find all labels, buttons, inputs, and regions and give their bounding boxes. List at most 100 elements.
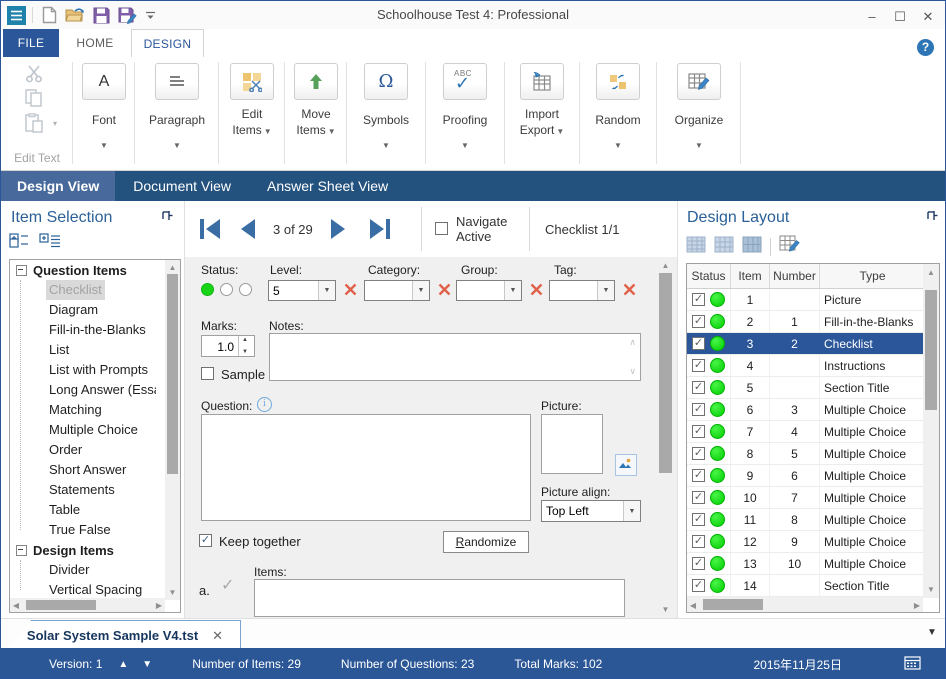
move-items-button[interactable]: Move Items▼ (286, 57, 346, 169)
new-document-icon[interactable] (39, 5, 59, 25)
picture-box[interactable] (541, 414, 603, 474)
row-size-medium-icon[interactable] (714, 236, 734, 258)
table-row[interactable]: ✓14Section Title (687, 575, 925, 597)
tree-item-diagram[interactable]: Diagram (10, 300, 166, 320)
minimize-button[interactable]: – (859, 10, 885, 26)
pin-icon[interactable] (926, 210, 938, 229)
table-row[interactable]: ✓107Multiple Choice (687, 487, 925, 509)
tree-item-divider[interactable]: Divider (10, 560, 166, 580)
help-icon[interactable]: ? (917, 39, 934, 56)
row-checkbox[interactable]: ✓ (692, 359, 705, 372)
font-button[interactable]: A Font ▼ (74, 57, 134, 169)
form-vertical-scrollbar[interactable]: ▲ ▼ (657, 257, 674, 618)
table-row[interactable]: ✓32Checklist (687, 333, 925, 355)
tree-item-long-answer-essay-[interactable]: Long Answer (Essay) (10, 380, 166, 400)
row-checkbox[interactable]: ✓ (692, 491, 705, 504)
keep-together-checkbox[interactable]: ✓ (199, 534, 212, 547)
table-row[interactable]: ✓129Multiple Choice (687, 531, 925, 553)
tree-collapse-icon[interactable] (16, 545, 27, 556)
row-checkbox[interactable]: ✓ (692, 513, 705, 526)
first-item-button[interactable] (197, 216, 223, 247)
row-checkbox[interactable]: ✓ (692, 557, 705, 570)
table-row[interactable]: ✓85Multiple Choice (687, 443, 925, 465)
row-checkbox[interactable]: ✓ (692, 337, 705, 350)
maximize-button[interactable]: ☐ (887, 10, 913, 26)
tree-item-list[interactable]: List (10, 340, 166, 360)
tree-item-vertical-spacing[interactable]: Vertical Spacing (10, 580, 166, 600)
paste-icon[interactable] (25, 113, 47, 133)
copy-icon[interactable] (25, 89, 47, 109)
symbols-button[interactable]: Ω Symbols ▼ (348, 57, 424, 169)
status-radio-2[interactable] (220, 283, 233, 296)
version-up-icon[interactable]: ▲ (118, 659, 128, 670)
document-tab[interactable]: Solar System Sample V4.tst ✕ (9, 620, 241, 650)
group-combobox[interactable]: ▼ (456, 280, 522, 301)
tree-collapse-icon[interactable] (16, 265, 27, 276)
tree-vertical-scrollbar[interactable]: ▲ ▼ (165, 260, 180, 600)
items-textbox[interactable] (254, 579, 625, 617)
table-row[interactable]: ✓74Multiple Choice (687, 421, 925, 443)
row-size-small-icon[interactable] (686, 236, 706, 258)
column-type[interactable]: Type (820, 264, 925, 288)
row-checkbox[interactable]: ✓ (692, 425, 705, 438)
pin-icon[interactable] (161, 210, 173, 229)
clear-level-icon[interactable] (344, 283, 357, 296)
table-row[interactable]: ✓63Multiple Choice (687, 399, 925, 421)
clear-group-icon[interactable] (530, 283, 543, 296)
tree-horizontal-scrollbar[interactable]: ◀ ▶ (10, 598, 165, 612)
tree-item-matching[interactable]: Matching (10, 400, 166, 420)
tab-design[interactable]: DESIGN (131, 29, 204, 57)
tab-design-view[interactable]: Design View (1, 171, 115, 201)
picture-align-combobox[interactable]: Top Left▼ (541, 500, 641, 522)
tree-item-multiple-choice[interactable]: Multiple Choice (10, 420, 166, 440)
randomize-button[interactable]: Randomize (443, 531, 529, 553)
tree-group-header[interactable]: Design Items (10, 540, 166, 560)
table-row[interactable]: ✓21Fill-in-the-Blanks (687, 311, 925, 333)
marks-spinner[interactable]: 1.0 ▲ ▼ (201, 335, 255, 357)
spin-down-icon[interactable]: ▼ (242, 349, 248, 355)
row-checkbox[interactable]: ✓ (692, 447, 705, 460)
row-size-large-icon[interactable] (742, 236, 762, 258)
table-vertical-scrollbar[interactable]: ▲ ▼ (923, 264, 939, 598)
open-file-icon[interactable] (65, 5, 85, 25)
table-row[interactable]: ✓4Instructions (687, 355, 925, 377)
notes-textarea[interactable]: ∧ ∨ (269, 333, 641, 381)
proofing-button[interactable]: ABC ✓ Proofing ▼ (427, 57, 503, 169)
tag-combobox[interactable]: ▼ (549, 280, 615, 301)
last-item-button[interactable] (367, 216, 393, 247)
table-row[interactable]: ✓1Picture (687, 289, 925, 311)
random-button[interactable]: Random ▼ (581, 57, 655, 169)
expand-all-icon[interactable] (39, 233, 61, 254)
row-checkbox[interactable]: ✓ (692, 469, 705, 482)
previous-item-button[interactable] (237, 216, 257, 247)
tree-item-true-false[interactable]: True False (10, 520, 166, 540)
version-down-icon[interactable]: ▼ (142, 659, 152, 670)
category-combobox[interactable]: ▼ (364, 280, 430, 301)
navigate-active-checkbox[interactable] (435, 222, 448, 235)
tab-answer-sheet-view[interactable]: Answer Sheet View (249, 171, 406, 201)
calendar-icon[interactable] (904, 655, 921, 673)
spin-up-icon[interactable]: ▲ (242, 337, 248, 343)
column-number[interactable]: Number (770, 264, 820, 288)
close-button[interactable]: ✕ (915, 10, 941, 26)
question-textarea[interactable] (201, 414, 531, 521)
column-item[interactable]: Item (731, 264, 770, 288)
table-row[interactable]: ✓118Multiple Choice (687, 509, 925, 531)
row-checkbox[interactable]: ✓ (692, 579, 705, 592)
edit-items-button[interactable]: Edit Items▼ (220, 57, 284, 169)
tab-document-view[interactable]: Document View (115, 171, 249, 201)
row-checkbox[interactable]: ✓ (692, 293, 705, 306)
row-checkbox[interactable]: ✓ (692, 315, 705, 328)
import-export-button[interactable]: Import Export▼ (506, 57, 578, 169)
status-radio-3[interactable] (239, 283, 252, 296)
tree-item-order[interactable]: Order (10, 440, 166, 460)
tree-item-table[interactable]: Table (10, 500, 166, 520)
organize-button[interactable]: Organize ▼ (658, 57, 740, 169)
tree-item-list-with-prompts[interactable]: List with Prompts (10, 360, 166, 380)
tab-file[interactable]: FILE (3, 29, 59, 57)
tree-item-fill-in-the-blanks[interactable]: Fill-in-the-Blanks (10, 320, 166, 340)
paragraph-button[interactable]: Paragraph ▼ (136, 57, 218, 169)
insert-picture-icon[interactable] (615, 454, 637, 476)
clear-category-icon[interactable] (438, 283, 451, 296)
table-row[interactable]: ✓5Section Title (687, 377, 925, 399)
